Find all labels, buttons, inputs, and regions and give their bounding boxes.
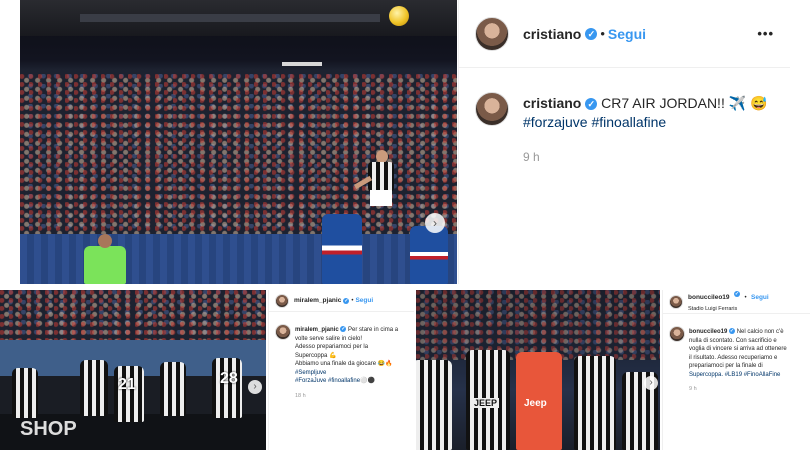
separator-dot: • bbox=[600, 26, 605, 41]
caption-avatar[interactable] bbox=[475, 92, 509, 126]
carousel-next-arrow[interactable]: › bbox=[425, 213, 445, 233]
username[interactable]: cristiano bbox=[523, 26, 581, 42]
avatar[interactable] bbox=[275, 293, 289, 308]
caption-username[interactable]: bonucci​leo19 bbox=[689, 329, 727, 335]
verified-badge-icon: ✓ bbox=[343, 297, 350, 304]
caption-line: Per stare in cima a bbox=[348, 327, 399, 333]
post-photo-team-celebration: SHOP 21 28 › bbox=[0, 290, 266, 450]
follow-button[interactable]: Segui bbox=[355, 297, 373, 304]
follow-button[interactable]: Segui bbox=[608, 26, 646, 42]
defender-left bbox=[322, 214, 362, 284]
separator-dot: • bbox=[744, 294, 747, 301]
jersey-sponsor: JEEP bbox=[472, 398, 500, 408]
caption-hashtag[interactable]: #Sempljuve bbox=[295, 370, 326, 376]
verified-badge-icon: ✓ bbox=[585, 27, 598, 40]
caption-body: bonucci​leo19 ✓ Nel calcio non c'è nulla… bbox=[689, 328, 807, 394]
player bbox=[574, 356, 616, 450]
caption-body: cristiano ✓ CR7 AIR JORDAN!! ✈️ 😅 #forza… bbox=[523, 94, 773, 167]
caption-text: CR7 AIR JORDAN!! ✈️ 😅 bbox=[601, 95, 768, 111]
avatar[interactable] bbox=[475, 16, 509, 51]
carousel-next-arrow[interactable]: › bbox=[248, 380, 262, 394]
caption-line: volte serve salire in cielo! bbox=[295, 335, 363, 342]
caption-body: miralem_pjanic ✓ Per stare in cima a vol… bbox=[295, 326, 411, 400]
background-gutter bbox=[790, 0, 810, 284]
post-timestamp: 18 h bbox=[295, 392, 306, 399]
caption-line: Abbiamo una finale da giocare 😂🔥 bbox=[295, 361, 393, 367]
separator-dot: • bbox=[351, 297, 354, 304]
caption-username[interactable]: miralem_pjanic bbox=[295, 327, 339, 333]
post-header: cristiano ✓ • Segui ••• bbox=[459, 0, 790, 68]
player bbox=[80, 360, 108, 416]
defender-right bbox=[410, 226, 448, 284]
post-header: miralem_pjanic ✓ • Segui bbox=[269, 290, 414, 312]
stadium-banner bbox=[80, 14, 380, 22]
caption-line: il risultato. Adesso recuperiamo e bbox=[689, 354, 778, 361]
caption-line: nulla di scontato. Con sacrificio e bbox=[689, 337, 777, 344]
stadium-light bbox=[282, 62, 322, 66]
post-panel-bonucci: bonucci​leo19 ✓ • Segui Stadio Luigi Fer… bbox=[662, 290, 810, 450]
caption-line: Adesso prepariamoci per la bbox=[295, 344, 369, 350]
football bbox=[389, 6, 409, 26]
location-link[interactable]: Stadio Luigi Ferraris bbox=[688, 306, 737, 312]
avatar[interactable] bbox=[669, 294, 683, 309]
more-options-icon[interactable]: ••• bbox=[757, 26, 774, 41]
player-jumping bbox=[353, 150, 400, 220]
post-photo-header-goal: › bbox=[20, 0, 457, 284]
player bbox=[160, 362, 186, 416]
caption-line: prepariamoci per la finale di bbox=[689, 363, 763, 369]
header-text: bonucci​leo19 ✓ • Segui Stadio Luigi Fer… bbox=[688, 291, 769, 313]
username[interactable]: bonucci​leo19 bbox=[688, 294, 730, 301]
carousel-next-arrow[interactable]: › bbox=[644, 376, 658, 390]
ad-board-text: SHOP bbox=[20, 418, 77, 440]
post-panel-pjanic: miralem_pjanic ✓ • Segui miralem_pjanic … bbox=[268, 290, 414, 450]
jersey-number: 28 bbox=[220, 370, 238, 387]
post-photo-players-waving: JEEP Jeep › bbox=[416, 290, 660, 450]
caption-hashtags[interactable]: Supercoppa. #LB19 #FinoAllaFine bbox=[689, 372, 780, 378]
follow-button[interactable]: Segui bbox=[751, 294, 769, 301]
caption-line: Supercoppa 💪 bbox=[295, 352, 337, 359]
post-header: bonucci​leo19 ✓ • Segui Stadio Luigi Fer… bbox=[663, 290, 810, 314]
verified-badge-icon: ✓ bbox=[734, 291, 740, 298]
verified-badge-icon: ✓ bbox=[729, 328, 736, 335]
caption-hashtag[interactable]: #ForzaJuve #finoallafine⚪⚫ bbox=[295, 378, 375, 384]
post-panel-cristiano: cristiano ✓ • Segui ••• cristiano ✓ CR7 … bbox=[458, 0, 790, 284]
goalkeeper bbox=[84, 246, 126, 284]
jersey-sponsor: Jeep bbox=[524, 398, 547, 409]
jersey-number: 21 bbox=[118, 376, 136, 393]
caption-username[interactable]: cristiano bbox=[523, 95, 581, 111]
caption-line: voglia di vincere si arriva ad ottenere bbox=[689, 346, 787, 352]
caption-avatar[interactable] bbox=[275, 324, 291, 340]
verified-badge-icon: ✓ bbox=[585, 98, 598, 111]
post-timestamp: 9 h bbox=[689, 386, 697, 392]
player bbox=[416, 360, 452, 450]
verified-badge-icon: ✓ bbox=[340, 326, 347, 333]
goalkeeper-head bbox=[98, 234, 112, 248]
player bbox=[114, 366, 144, 422]
crowd bbox=[0, 290, 266, 340]
caption-hashtags[interactable]: #forzajuve #finoallafine bbox=[523, 114, 666, 130]
post-timestamp: 9 h bbox=[523, 150, 540, 164]
username[interactable]: miralem_pjanic bbox=[294, 297, 341, 304]
caption-line: Nel calcio non c'è bbox=[736, 329, 784, 335]
crowd bbox=[416, 290, 660, 360]
player bbox=[12, 368, 38, 418]
caption-avatar[interactable] bbox=[669, 326, 685, 342]
player bbox=[212, 358, 242, 418]
